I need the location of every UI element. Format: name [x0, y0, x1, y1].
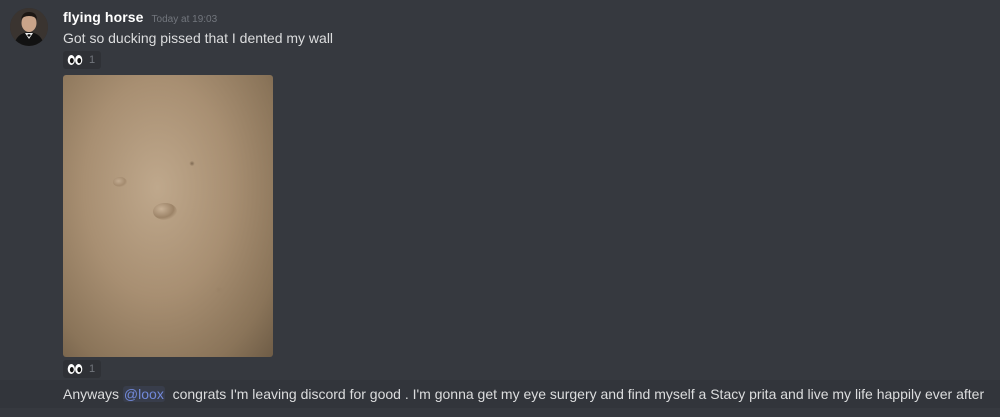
eyes-icon — [67, 54, 83, 66]
chat-message-list: flying horse Today at 19:03 Got so ducki… — [0, 0, 1000, 417]
reaction-count: 1 — [89, 363, 96, 375]
message-text: Anyways @loox congrats I'm leaving disco… — [63, 386, 984, 402]
reaction-eyes[interactable]: 1 — [63, 360, 102, 378]
reaction-eyes[interactable]: 1 — [63, 51, 102, 69]
wall-dent — [215, 287, 223, 293]
eyes-icon — [67, 363, 83, 375]
wall-dent — [153, 203, 177, 220]
wall-dent — [113, 177, 127, 187]
timestamp: Today at 19:03 — [151, 14, 218, 25]
message-text-part: Anyways — [63, 386, 123, 402]
message-text-part: congrats I'm leaving discord for good . … — [164, 386, 985, 402]
message-text: Got so ducking pissed that I dented my w… — [63, 30, 334, 46]
username[interactable]: flying horse — [63, 9, 144, 25]
image-attachment[interactable] — [63, 75, 273, 357]
wall-dent — [189, 161, 195, 166]
user-avatar[interactable] — [10, 8, 48, 46]
reaction-count: 1 — [89, 54, 96, 66]
message-header: flying horse Today at 19:03 — [63, 9, 217, 25]
user-mention[interactable]: @loox — [122, 386, 165, 402]
